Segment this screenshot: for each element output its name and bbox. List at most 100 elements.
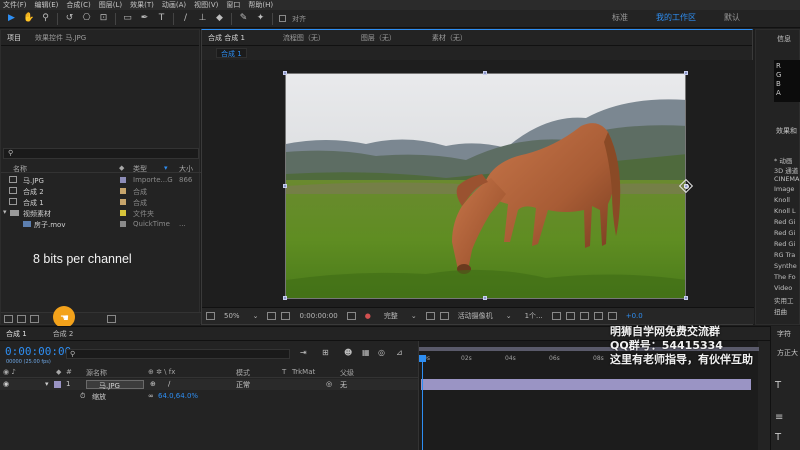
project-item[interactable]: 马.JPG Importe...G 866 (1, 175, 201, 185)
effect-category[interactable]: Red Gi (774, 218, 795, 226)
rotate-tool-icon[interactable]: ↺ (64, 13, 75, 24)
timeline-search-input[interactable]: ⚲ (66, 349, 290, 359)
effect-category[interactable]: The Fo (774, 273, 796, 281)
tab-project[interactable]: 项目 (7, 33, 21, 43)
interpret-footage-icon[interactable] (4, 314, 13, 323)
playhead[interactable] (422, 355, 423, 450)
transform-handle[interactable] (283, 71, 287, 75)
new-composition-icon[interactable] (30, 314, 39, 323)
tab-flowchart[interactable]: 流程图（无） (283, 33, 325, 43)
menu-composition[interactable]: 合成(C) (66, 0, 90, 10)
workspace-mine[interactable]: 我的工作区 (656, 12, 696, 23)
constrain-proportions-icon[interactable]: ∞ (148, 392, 154, 400)
current-time-field[interactable]: 0:00:00:00 (295, 311, 341, 321)
resolution-chevron-icon[interactable]: ⌄ (407, 311, 421, 321)
puppet-pin-tool-icon[interactable]: ✦ (255, 13, 266, 24)
show-channel-icon[interactable]: ● (361, 311, 375, 321)
toggle-pixel-icon[interactable] (551, 312, 561, 320)
project-item[interactable]: ▾ 视频素材 文件夹 (1, 208, 201, 218)
workspace-standard[interactable]: 标准 (612, 12, 628, 23)
menu-layer[interactable]: 图层(L) (99, 0, 122, 10)
transform-handle[interactable] (684, 296, 688, 300)
comp-mini-flowchart-icon[interactable]: ⇥ (300, 348, 307, 357)
magnify-preview-icon[interactable] (206, 312, 215, 320)
column-parent[interactable]: 父级 (340, 368, 354, 378)
menu-lines-icon[interactable]: ≡ (775, 412, 783, 423)
viewer-canvas[interactable] (202, 60, 754, 308)
effect-category[interactable]: RG Tra (774, 251, 795, 259)
exposure-reset-icon[interactable] (607, 312, 617, 320)
effect-category[interactable]: 扭曲 (774, 306, 787, 316)
character-panel-title[interactable]: 字符 (777, 329, 791, 339)
transform-handle[interactable] (283, 184, 287, 188)
workspace-default[interactable]: 默认 (724, 12, 740, 23)
sort-arrow-icon[interactable]: ▾ (164, 164, 168, 172)
layer-quality-icon[interactable]: ∕ (168, 380, 170, 388)
label-swatch[interactable] (120, 199, 126, 205)
align-checkbox[interactable] (279, 15, 286, 22)
layer-name-field[interactable]: 马.JPG (86, 380, 144, 390)
effect-category[interactable]: Knoll L (774, 207, 796, 215)
tab-timeline-comp-1[interactable]: 合成 1 (6, 329, 27, 339)
roto-brush-tool-icon[interactable]: ✎ (238, 13, 249, 24)
zoom-tool-icon[interactable]: ⚲ (40, 13, 51, 24)
transform-handle[interactable] (283, 296, 287, 300)
menu-view[interactable]: 视图(V) (194, 0, 218, 10)
shy-layers-icon[interactable]: ☻ (344, 348, 352, 357)
tab-layer[interactable]: 图层（无） (361, 33, 396, 43)
zoom-chevron-icon[interactable]: ⌄ (249, 311, 263, 321)
grid-icon[interactable] (281, 312, 291, 320)
column-name[interactable]: 名称 (13, 164, 27, 174)
layer-mode-dropdown[interactable]: 正常 (236, 380, 250, 390)
effect-category[interactable]: * 动画 (774, 155, 792, 165)
tab-footage[interactable]: 素材（无） (432, 33, 467, 43)
column-size[interactable]: 大小 (179, 164, 193, 174)
transform-handle[interactable] (684, 71, 688, 75)
rectangle-tool-icon[interactable]: ▭ (122, 13, 133, 24)
flowchart-icon[interactable] (593, 312, 603, 320)
timeline-current-time[interactable]: 0:00:00:00 (5, 345, 71, 358)
info-panel-title[interactable]: 信息 (777, 34, 791, 44)
column-type[interactable]: 类型 (133, 164, 147, 174)
effect-category[interactable]: Red Gi (774, 229, 795, 237)
zoom-dropdown[interactable]: 50% (220, 311, 244, 321)
column-track-matte-t[interactable]: T (282, 368, 286, 376)
trash-icon[interactable] (107, 314, 116, 323)
layer-twirl-icon[interactable]: ▾ (45, 380, 49, 388)
layer-switch-icon[interactable]: ⊕ (150, 380, 156, 388)
folder-expand-icon[interactable]: ▾ (3, 208, 7, 216)
effect-category[interactable]: CINEMA (774, 175, 799, 183)
column-mode[interactable]: 模式 (236, 368, 250, 378)
region-of-interest-icon[interactable] (425, 312, 435, 320)
effect-category[interactable]: Red Gi (774, 240, 795, 248)
transform-handle[interactable] (483, 71, 487, 75)
horse-photo[interactable] (285, 73, 686, 299)
brush-tool-icon[interactable]: ∕ (180, 13, 191, 24)
type-tool-icon[interactable]: T (156, 13, 167, 24)
project-item[interactable]: 合成 2 合成 (1, 186, 201, 196)
project-search-input[interactable]: ⚲ (3, 148, 199, 159)
project-item[interactable]: 合成 1 合成 (1, 197, 201, 207)
column-trkmat[interactable]: TrkMat (292, 368, 315, 376)
views-dropdown[interactable]: 1个... (521, 311, 547, 321)
effect-category[interactable]: 3D 通道 (774, 165, 798, 175)
camera-dropdown[interactable]: 活动摄像机 (454, 311, 497, 321)
parent-pickwhip-icon[interactable]: ◎ (326, 380, 332, 388)
label-swatch[interactable] (120, 177, 126, 183)
new-folder-icon[interactable] (17, 314, 26, 323)
snapshot-camera-icon[interactable] (346, 312, 356, 320)
effect-category[interactable]: Knoll (774, 196, 790, 204)
fast-preview-icon[interactable] (565, 312, 575, 320)
draft-3d-icon[interactable]: ⊞ (322, 348, 329, 357)
pan-behind-tool-icon[interactable]: ⊡ (98, 13, 109, 24)
timeline-link-icon[interactable] (579, 312, 589, 320)
effect-category[interactable]: Synthe (774, 262, 797, 270)
exposure-value[interactable]: +0.0 (622, 311, 647, 321)
motion-blur-icon[interactable]: ◎ (378, 348, 385, 357)
camera-tool-icon[interactable]: ⎔ (81, 13, 92, 24)
effect-category[interactable]: Image (774, 185, 794, 193)
tab-composition[interactable]: 合成 合成 1 (208, 33, 245, 43)
label-swatch[interactable] (120, 210, 126, 216)
label-swatch[interactable] (120, 188, 126, 194)
video-visibility-icon[interactable]: ◉ (3, 380, 9, 388)
